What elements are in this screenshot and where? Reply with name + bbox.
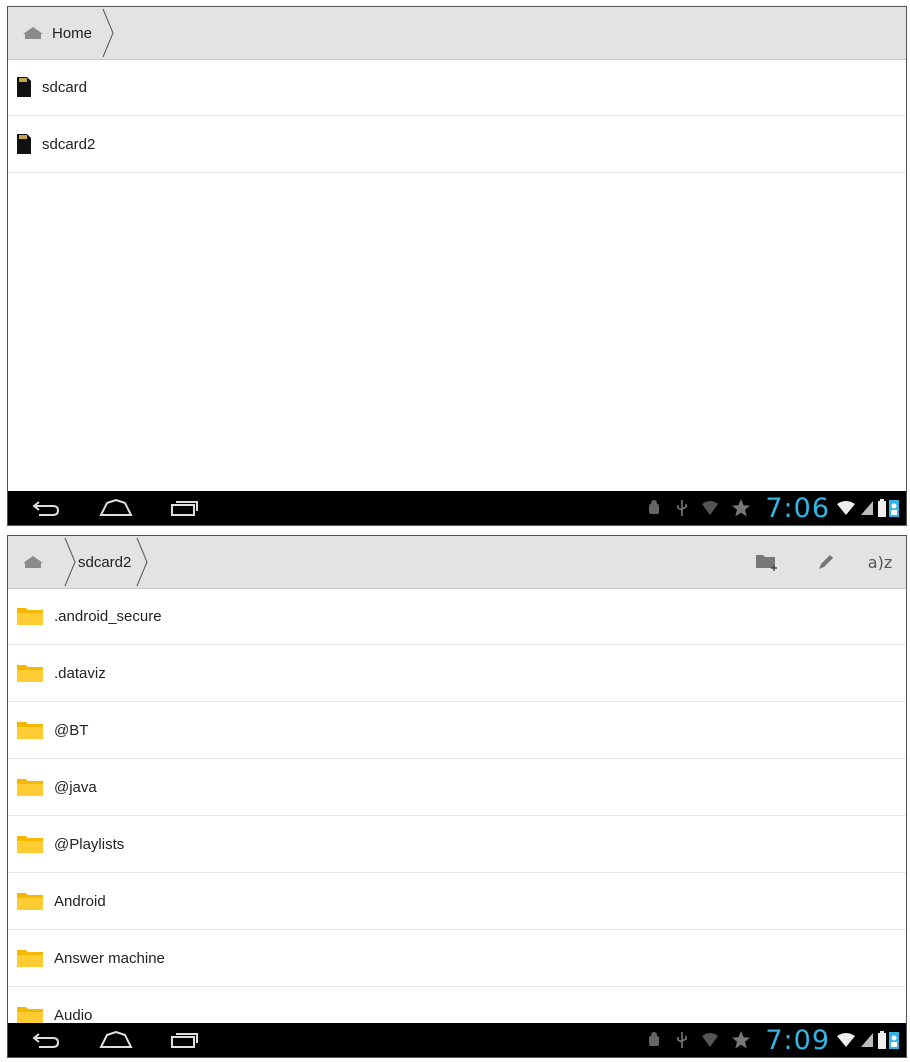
home-icon bbox=[23, 27, 43, 39]
breadcrumb-chevron-icon bbox=[64, 537, 76, 587]
breadcrumb-home[interactable]: Home bbox=[22, 7, 92, 59]
recent-apps-button[interactable] bbox=[164, 491, 204, 525]
recent-apps-icon bbox=[171, 501, 198, 516]
breadcrumb-current-label: sdcard2 bbox=[78, 553, 132, 571]
list-item-label: Android bbox=[54, 892, 106, 910]
sdcard-icon bbox=[17, 134, 31, 154]
list-item-label: @java bbox=[54, 778, 97, 796]
list-item[interactable]: sdcard2 bbox=[8, 116, 906, 173]
star-icon bbox=[731, 498, 751, 518]
list-item[interactable]: @BT bbox=[8, 702, 906, 759]
breadcrumb-chevron-icon bbox=[136, 537, 148, 587]
back-button[interactable] bbox=[26, 1023, 66, 1057]
battery-icon bbox=[877, 498, 887, 518]
screenshot-home: Home sdcard sdcard2 7:06 bbox=[7, 6, 907, 526]
home-icon bbox=[23, 556, 43, 568]
android-debug-icon bbox=[645, 499, 663, 517]
notification-user-icon bbox=[889, 1030, 899, 1050]
breadcrumb-home-label: Home bbox=[52, 24, 93, 42]
list-item[interactable]: Android bbox=[8, 873, 906, 930]
usb-icon bbox=[675, 1031, 689, 1049]
folder-icon bbox=[17, 836, 43, 853]
file-list: sdcard sdcard2 bbox=[8, 59, 906, 173]
folder-icon bbox=[17, 779, 43, 796]
sdcard-icon bbox=[17, 77, 31, 97]
screenshot-sdcard2: sdcard2 a)z .android_secure .dataviz @BT… bbox=[7, 535, 907, 1058]
cell-signal-icon bbox=[860, 1032, 874, 1048]
folder-icon bbox=[17, 665, 43, 682]
sort-button[interactable]: a)z bbox=[860, 536, 900, 588]
folder-icon bbox=[17, 893, 43, 910]
wifi-notification-icon bbox=[701, 1032, 719, 1048]
wifi-signal-icon bbox=[836, 1032, 856, 1048]
back-icon bbox=[32, 501, 60, 516]
home-nav-icon bbox=[99, 1031, 133, 1048]
list-item-label: Audio bbox=[54, 1006, 93, 1024]
wifi-notification-icon bbox=[701, 500, 719, 516]
list-item-label: .dataviz bbox=[54, 664, 106, 682]
folder-icon bbox=[17, 1007, 43, 1024]
recent-apps-icon bbox=[171, 1033, 198, 1048]
folder-icon bbox=[17, 608, 43, 625]
action-bar: sdcard2 a)z bbox=[8, 536, 906, 589]
edit-button[interactable] bbox=[808, 536, 844, 588]
list-item[interactable]: sdcard bbox=[8, 59, 906, 116]
list-item[interactable]: Answer machine bbox=[8, 930, 906, 987]
status-area: 7:09 bbox=[639, 1023, 900, 1057]
list-item[interactable]: .dataviz bbox=[8, 645, 906, 702]
system-nav-bar: 7:09 bbox=[8, 1023, 906, 1057]
folder-icon bbox=[17, 950, 43, 967]
new-folder-icon bbox=[756, 555, 777, 571]
list-item-label: Answer machine bbox=[54, 949, 165, 967]
system-nav-bar: 7:06 bbox=[8, 491, 906, 525]
wifi-signal-icon bbox=[836, 500, 856, 516]
breadcrumb-home[interactable] bbox=[22, 536, 44, 588]
star-icon bbox=[731, 1030, 751, 1050]
pencil-icon bbox=[819, 555, 833, 569]
status-clock: 7:09 bbox=[765, 1024, 830, 1056]
new-folder-button[interactable] bbox=[750, 536, 786, 588]
list-item[interactable]: @Playlists bbox=[8, 816, 906, 873]
status-clock: 7:06 bbox=[765, 492, 830, 524]
folder-icon bbox=[17, 722, 43, 739]
breadcrumb-chevron-icon bbox=[102, 8, 114, 58]
list-item[interactable]: .android_secure bbox=[8, 588, 906, 645]
list-item[interactable]: @java bbox=[8, 759, 906, 816]
home-button[interactable] bbox=[94, 1023, 138, 1057]
recent-apps-button[interactable] bbox=[164, 1023, 204, 1057]
list-item-label: .android_secure bbox=[54, 607, 162, 625]
sort-label: a)z bbox=[867, 552, 893, 572]
file-list: .android_secure .dataviz @BT @java @Play… bbox=[8, 588, 906, 1044]
cell-signal-icon bbox=[860, 500, 874, 516]
action-bar: Home bbox=[8, 7, 906, 60]
usb-icon bbox=[675, 499, 689, 517]
back-icon bbox=[32, 1033, 60, 1048]
home-button[interactable] bbox=[94, 491, 138, 525]
list-item-label: sdcard bbox=[42, 78, 88, 96]
home-nav-icon bbox=[99, 499, 133, 516]
android-debug-icon bbox=[645, 1031, 663, 1049]
notification-user-icon bbox=[889, 498, 899, 518]
battery-icon bbox=[877, 1030, 887, 1050]
status-area: 7:06 bbox=[639, 491, 900, 525]
back-button[interactable] bbox=[26, 491, 66, 525]
breadcrumb-sdcard2[interactable]: sdcard2 bbox=[78, 536, 131, 588]
list-item-label: @Playlists bbox=[54, 835, 125, 853]
list-item-label: sdcard2 bbox=[42, 135, 96, 153]
list-item-label: @BT bbox=[54, 721, 89, 739]
